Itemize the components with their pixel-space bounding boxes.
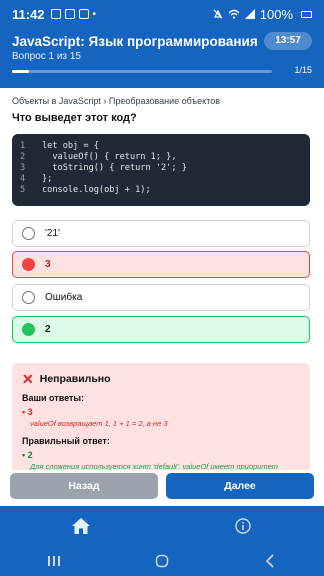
- your-answer: • 3: [22, 407, 33, 417]
- correct-answer-label: Правильный ответ:: [22, 436, 110, 446]
- code-line: 5 console.log(obj + 1);: [20, 185, 302, 196]
- breadcrumb: Объекты в JavaScript › Преобразование об…: [12, 96, 221, 106]
- wifi-icon: [228, 9, 240, 19]
- radio-selected-icon: [22, 258, 35, 271]
- line-number: 4: [20, 174, 26, 184]
- back-button[interactable]: Назад: [10, 473, 158, 499]
- radio-correct-icon: [22, 323, 35, 336]
- feedback-panel: ✕ Неправильно Ваши ответы: • 3 valueOf в…: [12, 363, 310, 470]
- code-text: console.log(obj + 1);: [42, 185, 151, 195]
- back-system-button[interactable]: [216, 546, 324, 576]
- your-answer-explanation: valueOf возвращает 1, 1 + 1 = 2, а не 3: [30, 419, 168, 428]
- home-icon: [72, 518, 90, 534]
- tab-info[interactable]: [162, 506, 324, 546]
- status-bar: 11:42 • 100%: [0, 0, 324, 28]
- timer-badge: 13:57: [264, 32, 312, 50]
- option-label: Ошибка: [45, 292, 83, 303]
- tab-home[interactable]: [0, 506, 162, 546]
- answer-option-wrong[interactable]: 3: [12, 251, 310, 278]
- code-text: };: [42, 174, 53, 184]
- quiz-header: JavaScript: Язык программирования Вопрос…: [0, 28, 324, 88]
- mute-icon: [213, 9, 223, 19]
- status-time: 11:42: [12, 6, 45, 22]
- radio-icon: [22, 291, 35, 304]
- answer-option[interactable]: Ошибка: [12, 284, 310, 311]
- cross-icon: ✕: [22, 371, 34, 387]
- bottom-tab-bar: [0, 506, 324, 546]
- line-number: 1: [20, 141, 26, 151]
- navigation-buttons: Назад Далее: [0, 470, 324, 510]
- message-notification-icon: [64, 9, 75, 19]
- code-block: 1 let obj = { 2 valueOf() { return 1; }, …: [12, 134, 310, 206]
- gallery-notification-icon: [50, 9, 61, 19]
- answer-option[interactable]: '21': [12, 220, 310, 247]
- code-line: 3 toString() { return '2'; }: [20, 163, 302, 174]
- correct-answer: • 2: [22, 450, 33, 460]
- code-text: toString() { return '2'; }: [42, 163, 187, 173]
- code-line: 2 valueOf() { return 1; },: [20, 152, 302, 163]
- info-icon: [235, 518, 251, 534]
- feedback-title: Неправильно: [39, 373, 111, 385]
- option-label: '21': [45, 228, 60, 239]
- feedback-header: ✕ Неправильно: [22, 371, 300, 387]
- radio-icon: [22, 227, 35, 240]
- home-circle-icon: [155, 554, 169, 568]
- your-answers-label: Ваши ответы:: [22, 393, 85, 403]
- progress-fill: [12, 70, 30, 73]
- check-notification-icon: [78, 9, 89, 19]
- question-counter: Вопрос 1 из 15: [12, 51, 81, 62]
- code-text: valueOf() { return 1; },: [42, 152, 177, 162]
- question-text: Что выведет этот код?: [12, 112, 137, 124]
- progress-bar: [12, 70, 272, 73]
- dot-icon: •: [92, 8, 97, 20]
- line-number: 5: [20, 185, 26, 195]
- signal-icon: [244, 9, 255, 19]
- correct-answer-explanation: Для сложения используется хинт 'default'…: [30, 462, 278, 470]
- progress-label: 1/15: [294, 65, 312, 75]
- home-system-button[interactable]: [108, 546, 216, 576]
- question-content: Объекты в JavaScript › Преобразование об…: [0, 88, 324, 470]
- battery-percent: 100%: [259, 6, 293, 22]
- chevron-left-icon: [265, 554, 274, 568]
- system-navigation-bar: [0, 546, 324, 576]
- next-button[interactable]: Далее: [166, 473, 314, 499]
- line-number: 3: [20, 163, 26, 173]
- recents-icon: [48, 556, 60, 566]
- code-text: let obj = {: [42, 141, 99, 151]
- option-label: 3: [45, 259, 51, 270]
- battery-icon: [301, 10, 312, 18]
- answer-option-correct[interactable]: 2: [12, 316, 310, 343]
- page-title: JavaScript: Язык программирования: [12, 34, 258, 49]
- recents-button[interactable]: [0, 546, 108, 576]
- code-line: 1 let obj = {: [20, 141, 302, 152]
- line-number: 2: [20, 152, 26, 162]
- option-label: 2: [45, 324, 51, 335]
- code-line: 4};: [20, 174, 302, 185]
